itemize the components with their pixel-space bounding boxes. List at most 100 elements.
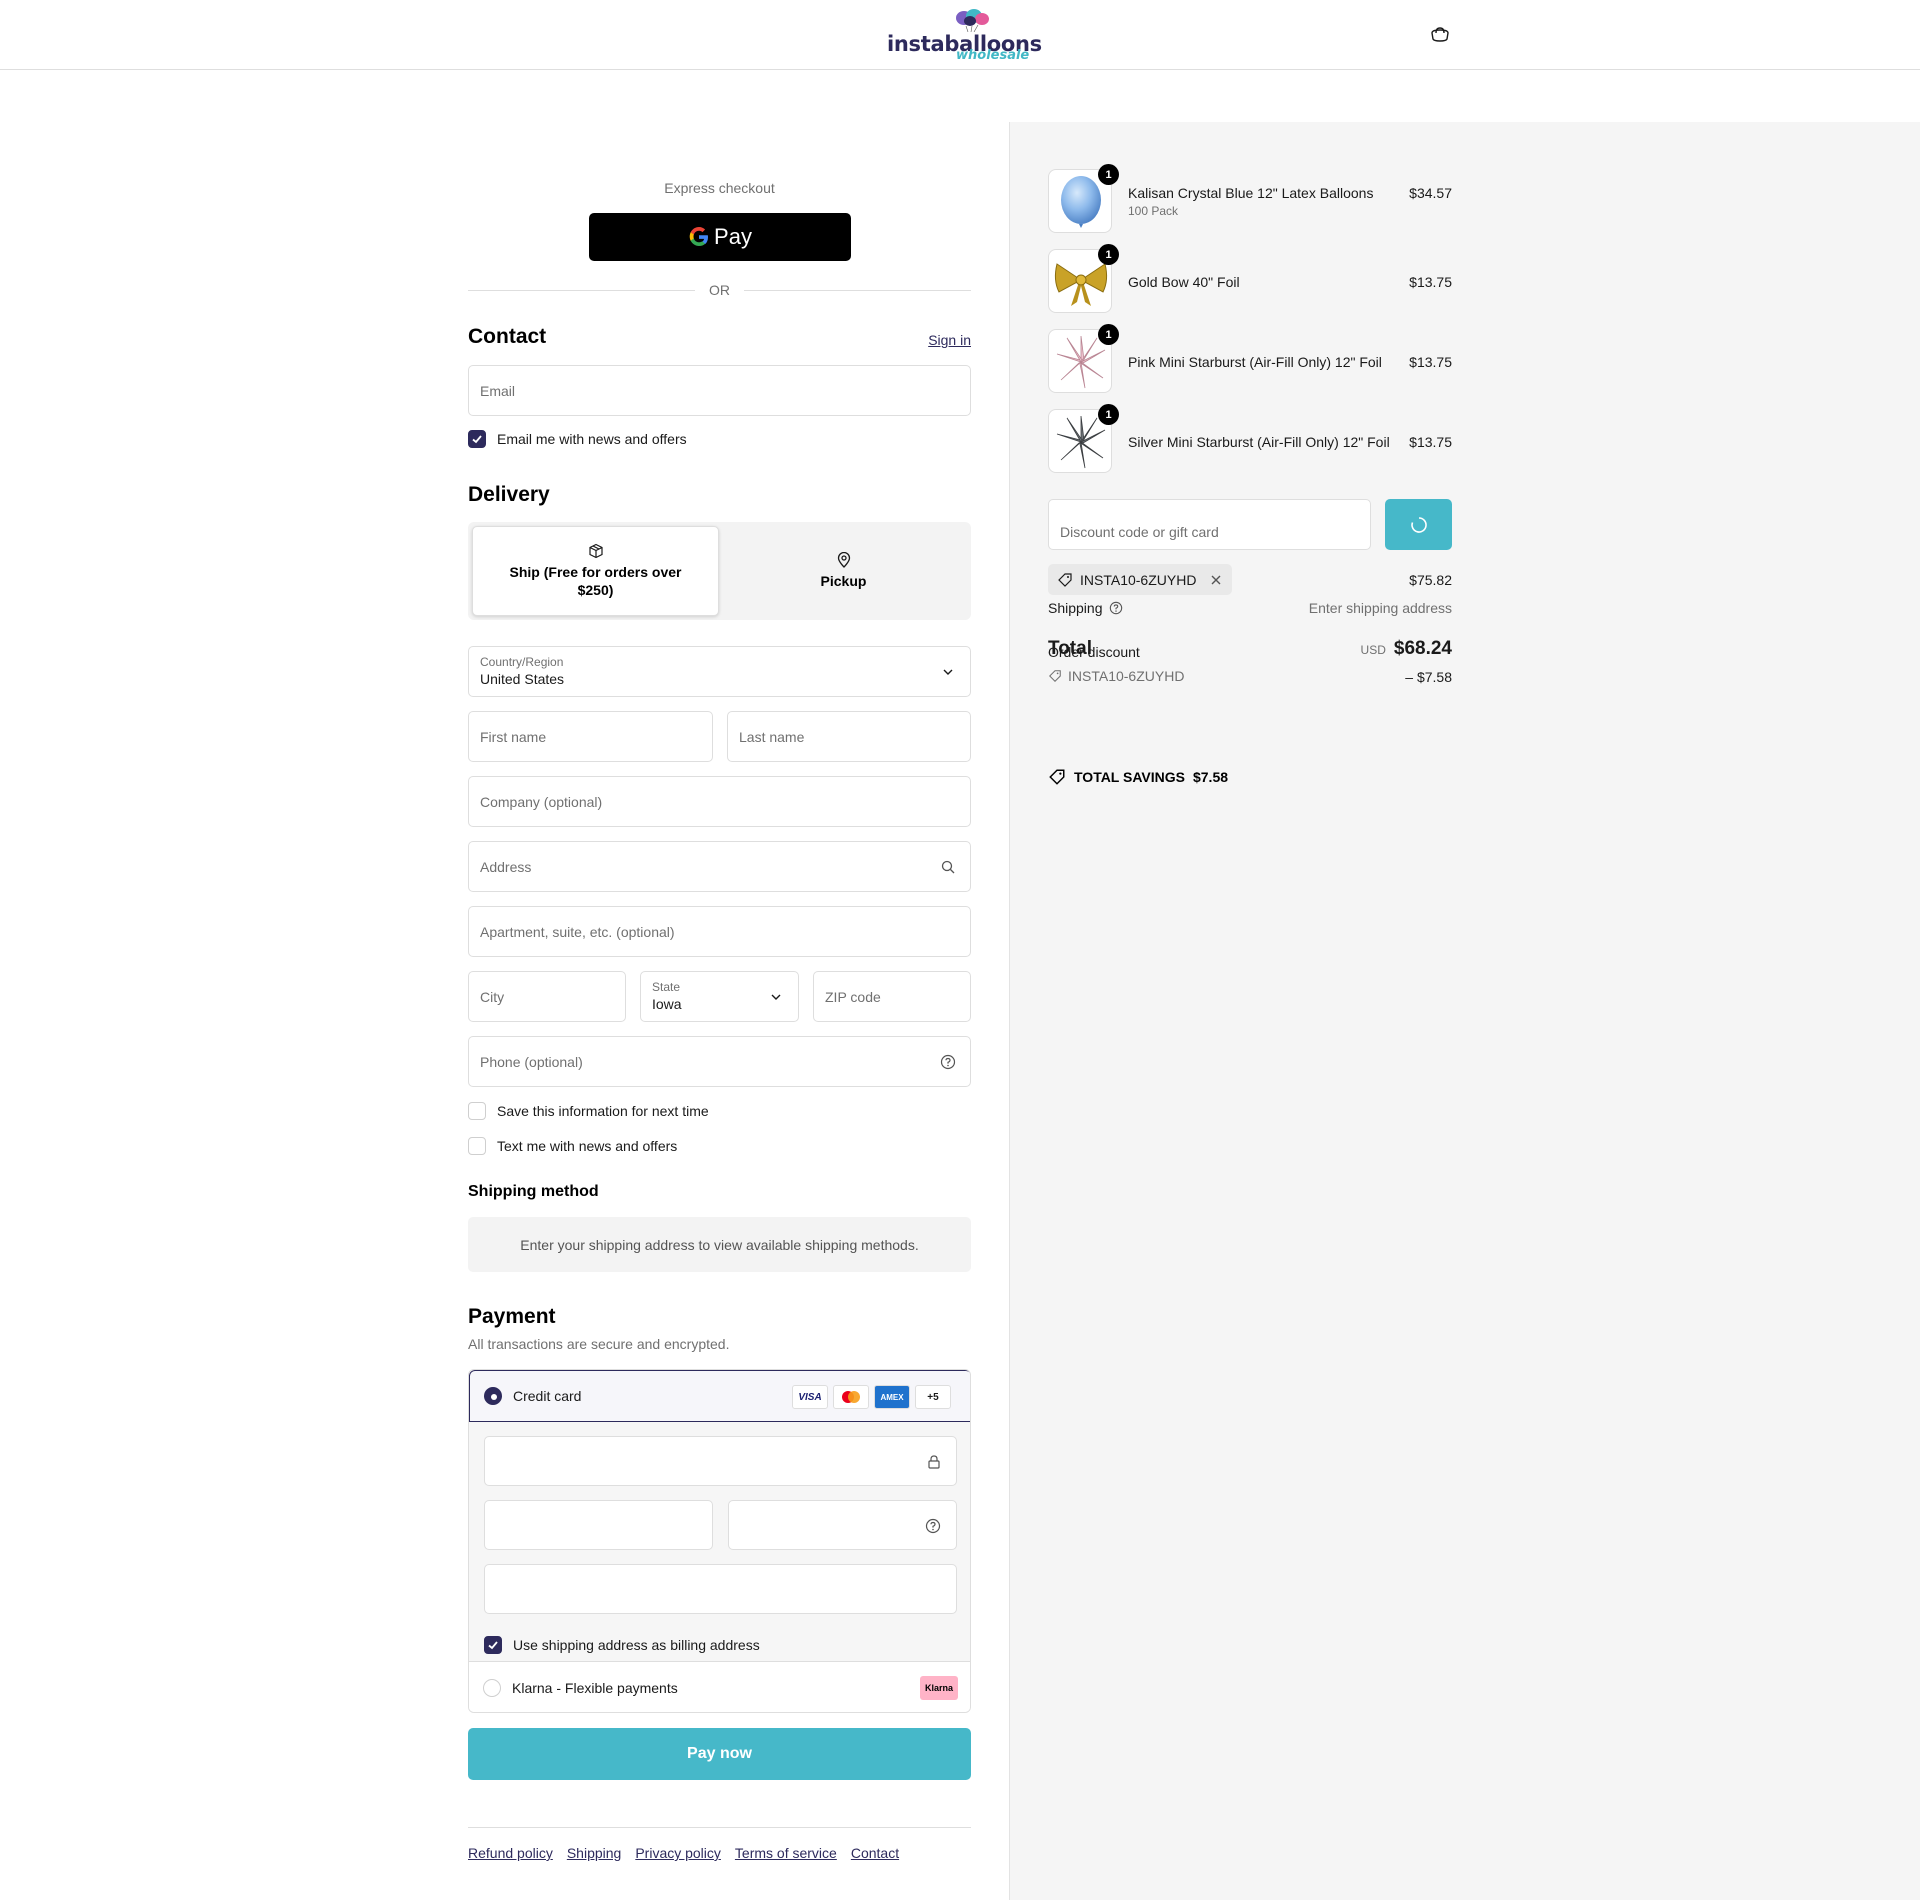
refund-policy-link[interactable]: Refund policy xyxy=(468,1845,553,1861)
search-icon xyxy=(941,860,955,874)
mastercard-icon xyxy=(833,1385,869,1409)
brand-subtitle: wholesale xyxy=(956,48,1030,63)
help-icon[interactable] xyxy=(1109,601,1123,615)
delivery-title: Delivery xyxy=(468,483,550,506)
balloons-logo-icon xyxy=(956,9,989,32)
delivery-ship-label: Ship (Free for orders over $250) xyxy=(509,564,682,598)
discount-code-placeholder: Discount code or gift card xyxy=(1060,524,1219,540)
line-item: 1 Kalisan Crystal Blue 12" Latex Balloon… xyxy=(1048,164,1452,235)
last-name-field[interactable]: Last name xyxy=(727,711,971,762)
google-pay-button[interactable]: Pay xyxy=(589,213,851,261)
applied-discount-code: INSTA10-6ZUYHD xyxy=(1080,571,1197,588)
footer-links: Refund policy Shipping Privacy policy Te… xyxy=(468,1845,899,1861)
item-price: $13.75 xyxy=(1409,434,1452,450)
delivery-pickup-label: Pickup xyxy=(820,573,867,589)
klarna-logo-icon: Klarna xyxy=(920,1676,958,1700)
state-label: State xyxy=(652,980,681,994)
delivery-option-pickup[interactable]: Pickup xyxy=(720,526,967,616)
shipping-link[interactable]: Shipping xyxy=(567,1845,622,1861)
state-select[interactable]: State Iowa xyxy=(640,971,799,1022)
quantity-badge: 1 xyxy=(1098,324,1119,345)
credit-card-form: Use shipping address as billing address xyxy=(469,1422,970,1662)
visa-icon: VISA xyxy=(792,1385,828,1409)
phone-placeholder: Phone (optional) xyxy=(480,1054,583,1070)
line-item: 1 Gold Bow 40" Foil $13.75 xyxy=(1048,244,1452,315)
chevron-down-icon xyxy=(943,669,953,675)
company-field[interactable]: Company (optional) xyxy=(468,776,971,827)
city-placeholder: City xyxy=(480,989,505,1005)
delivery-option-ship[interactable]: Ship (Free for orders over $250) xyxy=(472,526,719,616)
location-pin-icon xyxy=(837,552,850,568)
product-thumbnail: 1 xyxy=(1048,164,1119,233)
contact-link[interactable]: Contact xyxy=(851,1845,899,1861)
brand-logo[interactable]: instaballoons wholesale xyxy=(886,8,1042,63)
product-thumbnail: 1 xyxy=(1048,324,1119,393)
save-info-checkbox[interactable] xyxy=(468,1102,486,1120)
cart-icon[interactable] xyxy=(1430,27,1450,43)
payment-subtitle: All transactions are secure and encrypte… xyxy=(468,1336,730,1352)
applied-discount-chip: INSTA10-6ZUYHD xyxy=(1048,564,1233,595)
news-offers-checkbox[interactable] xyxy=(468,430,486,448)
google-g-icon xyxy=(689,227,709,246)
credit-card-option[interactable]: Credit card VISA AMEX +5 xyxy=(469,1370,970,1422)
privacy-policy-link[interactable]: Privacy policy xyxy=(635,1845,721,1861)
text-me-label: Text me with news and offers xyxy=(497,1138,678,1154)
expiration-date-field[interactable] xyxy=(484,1500,713,1550)
first-name-field[interactable]: First name xyxy=(468,711,713,762)
city-field[interactable]: City xyxy=(468,971,626,1022)
discount-code-field[interactable]: Discount code or gift card xyxy=(1048,499,1371,550)
order-discount-value: – $7.58 xyxy=(1405,669,1452,685)
card-number-field[interactable] xyxy=(484,1436,957,1486)
tag-icon xyxy=(1058,572,1072,587)
apply-discount-button[interactable] xyxy=(1385,499,1452,550)
credit-card-radio[interactable] xyxy=(484,1387,502,1405)
help-icon[interactable] xyxy=(940,1054,956,1070)
klarna-radio[interactable] xyxy=(483,1679,501,1697)
item-name: Silver Mini Starburst (Air-Fill Only) 12… xyxy=(1128,434,1390,450)
address-field[interactable]: Address xyxy=(468,841,971,892)
address-placeholder: Address xyxy=(480,859,532,875)
billing-address-checkbox[interactable] xyxy=(484,1636,502,1654)
news-offers-checkbox-row[interactable]: Email me with news and offers xyxy=(468,430,687,448)
country-select[interactable]: Country/Region United States xyxy=(468,646,971,697)
help-icon[interactable] xyxy=(925,1518,941,1534)
security-code-field[interactable] xyxy=(728,1500,957,1550)
pay-now-button[interactable]: Pay now xyxy=(468,1728,971,1780)
payment-title: Payment xyxy=(468,1305,556,1328)
close-icon[interactable] xyxy=(1209,573,1223,587)
order-discount-label: Order discount xyxy=(1048,644,1140,660)
phone-field[interactable]: Phone (optional) xyxy=(468,1036,971,1087)
sign-in-link[interactable]: Sign in xyxy=(928,332,971,348)
apartment-field[interactable]: Apartment, suite, etc. (optional) xyxy=(468,906,971,957)
box-icon xyxy=(588,543,603,559)
first-name-placeholder: First name xyxy=(480,729,547,745)
billing-address-checkbox-row[interactable]: Use shipping address as billing address xyxy=(484,1636,760,1654)
lock-icon xyxy=(928,1455,940,1469)
total-savings-label: TOTAL SAVINGS xyxy=(1074,769,1185,785)
terms-of-service-link[interactable]: Terms of service xyxy=(735,1845,837,1861)
text-me-checkbox-row[interactable]: Text me with news and offers xyxy=(468,1137,677,1155)
save-info-label: Save this information for next time xyxy=(497,1103,709,1119)
last-name-placeholder: Last name xyxy=(739,729,805,745)
delivery-method-toggle: Ship (Free for orders over $250) Pickup xyxy=(468,522,971,620)
klarna-option[interactable]: Klarna - Flexible payments Klarna xyxy=(469,1662,970,1712)
shipping-method-title: Shipping method xyxy=(468,1183,599,1200)
google-pay-label: Pay xyxy=(714,224,752,249)
order-discount-code-row: INSTA10-6ZUYHD xyxy=(1048,668,1184,684)
text-me-checkbox[interactable] xyxy=(468,1137,486,1155)
email-field[interactable]: Email xyxy=(468,365,971,416)
item-variant: 100 Pack xyxy=(1128,204,1179,218)
order-discount-code: INSTA10-6ZUYHD xyxy=(1068,668,1185,684)
total-savings: TOTAL SAVINGS $7.58 xyxy=(1048,768,1228,786)
email-placeholder: Email xyxy=(480,383,516,399)
shipping-method-message: Enter your shipping address to view avai… xyxy=(520,1236,919,1253)
name-on-card-field[interactable] xyxy=(484,1564,957,1614)
or-label: OR xyxy=(709,282,730,298)
company-placeholder: Company (optional) xyxy=(480,794,603,810)
checkmark-icon xyxy=(488,1641,498,1650)
item-price: $34.57 xyxy=(1409,185,1452,201)
zip-field[interactable]: ZIP code xyxy=(813,971,971,1022)
country-value: United States xyxy=(480,671,565,687)
quantity-badge: 1 xyxy=(1098,244,1119,265)
save-info-checkbox-row[interactable]: Save this information for next time xyxy=(468,1102,709,1120)
